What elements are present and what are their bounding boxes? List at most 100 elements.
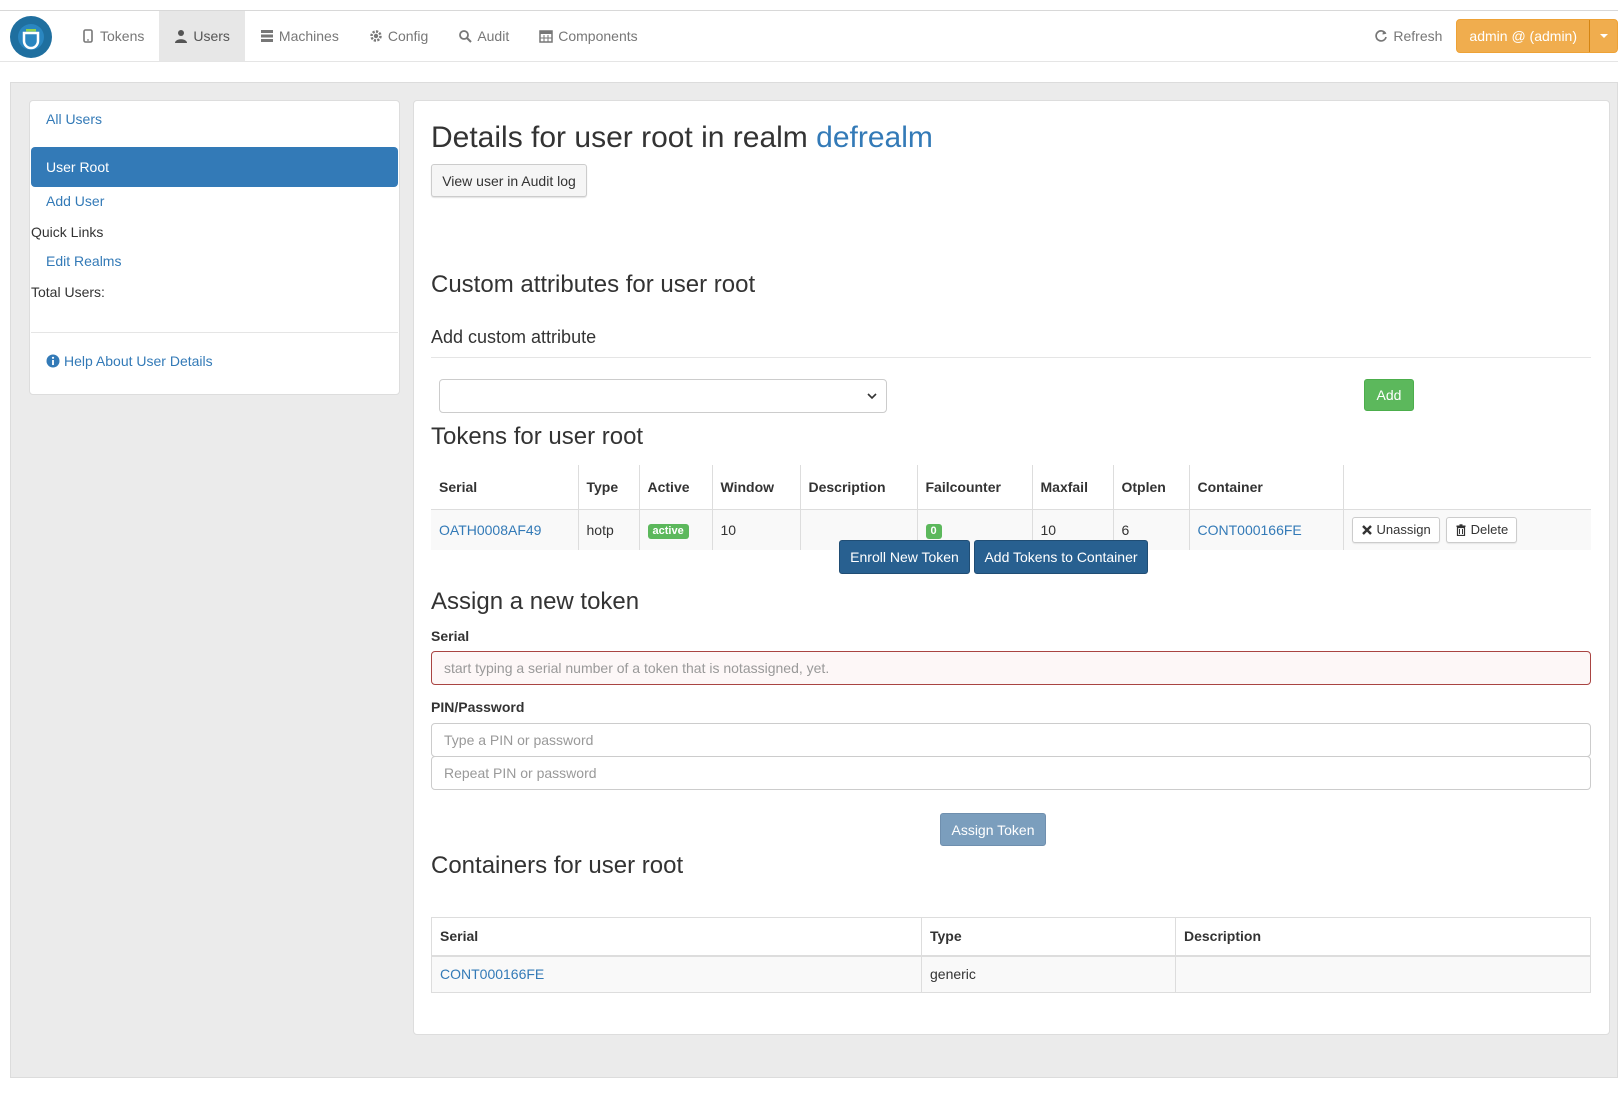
tokens-table: Serial Type Active Window Description Fa… (431, 465, 1591, 550)
custom-attributes-heading: Custom attributes for user root (431, 271, 756, 298)
col-type[interactable]: Type (578, 465, 640, 510)
refresh-icon (1375, 30, 1388, 42)
info-icon (46, 354, 60, 368)
custom-attribute-select[interactable] (439, 379, 887, 413)
logo-icon (18, 24, 44, 50)
col-window[interactable]: Window (712, 465, 801, 510)
col-failcounter[interactable]: Failcounter (917, 465, 1033, 510)
server-icon (260, 30, 273, 42)
tokens-heading: Tokens for user root (431, 423, 644, 450)
search-icon (459, 30, 473, 43)
admin-label[interactable]: admin @ (admin) (1457, 20, 1589, 52)
container-description (1175, 955, 1591, 993)
containers-heading: Containers for user root (431, 852, 684, 879)
col-otplen[interactable]: Otplen (1113, 465, 1190, 510)
unassign-label: Unassign (1376, 522, 1431, 538)
close-icon (1361, 524, 1372, 535)
admin-dropdown[interactable]: admin @ (admin) (1456, 19, 1618, 53)
token-container-link[interactable]: CONT000166FE (1198, 522, 1302, 538)
nav-config-label: Config (387, 28, 429, 44)
nav-components-label: Components (558, 28, 638, 44)
enroll-new-token-label: Enroll New Token (850, 549, 959, 565)
container-col-serial[interactable]: Serial (431, 917, 922, 957)
nav-tokens-label: Tokens (100, 28, 145, 44)
help-user-details-label: Help About User Details (64, 353, 213, 369)
enroll-new-token-button[interactable]: Enroll New Token (839, 540, 970, 574)
nav-machines-label: Machines (278, 28, 339, 44)
nav-audit[interactable]: Audit (443, 11, 524, 61)
add-attribute-button[interactable]: Add (1364, 379, 1414, 411)
assign-token-button[interactable]: Assign Token (940, 813, 1046, 846)
container-serial-link[interactable]: CONT000166FE (440, 966, 544, 982)
privacyidea-logo[interactable] (10, 16, 52, 58)
nav-right: Refresh admin @ (admin) (1374, 11, 1618, 61)
nav-config[interactable]: Config (354, 11, 443, 61)
col-active[interactable]: Active (639, 465, 713, 510)
sidebar-user-root[interactable]: User Root (31, 147, 398, 187)
nav-users-label: Users (193, 28, 230, 44)
sidebar-edit-realms[interactable]: Edit Realms (46, 253, 121, 269)
token-active-badge[interactable]: active (647, 523, 689, 539)
add-tokens-to-container-label: Add Tokens to Container (984, 549, 1138, 565)
help-user-details-link[interactable]: Help About User Details (46, 353, 213, 369)
trash-icon (1456, 524, 1466, 536)
view-audit-log-button[interactable]: View user in Audit log (431, 164, 587, 197)
delete-button[interactable]: Delete (1445, 516, 1518, 543)
col-serial[interactable]: Serial (431, 465, 579, 510)
sidebar-add-user[interactable]: Add User (46, 193, 104, 209)
token-window: 10 (712, 509, 801, 550)
unassign-button[interactable]: Unassign (1351, 516, 1440, 543)
nav-components[interactable]: Components (524, 11, 652, 61)
chevron-down-icon (867, 393, 877, 400)
add-attribute-label: Add (1376, 387, 1402, 403)
col-container[interactable]: Container (1189, 465, 1344, 510)
caret-down-icon (1599, 34, 1608, 38)
realm-link[interactable]: defrealm (816, 121, 933, 154)
custom-attribute-divider (431, 357, 1591, 358)
containers-table-header: Serial Type Description (431, 917, 1591, 957)
sidebar-all-users[interactable]: All Users (46, 111, 102, 127)
nav-machines[interactable]: Machines (245, 11, 354, 61)
token-failcounter-badge[interactable]: 0 (925, 523, 942, 539)
add-tokens-to-container-button[interactable]: Add Tokens to Container (974, 540, 1148, 574)
container-col-description[interactable]: Description (1175, 917, 1591, 957)
admin-caret-button[interactable] (1589, 20, 1617, 52)
add-custom-attribute-heading: Add custom attribute (431, 327, 597, 347)
refresh-button[interactable]: Refresh (1374, 28, 1442, 44)
main-panel: Details for user root in realm defrealm … (413, 100, 1610, 1035)
phone-icon (83, 29, 93, 43)
page-title: Details for user root in realm defrealm (431, 121, 933, 155)
refresh-label: Refresh (1393, 28, 1443, 44)
containers-table: Serial Type Description CONT000166FE gen… (431, 917, 1591, 993)
view-audit-log-label: View user in Audit log (442, 172, 576, 189)
pin-label: PIN/Password (431, 699, 525, 715)
sidebar: All Users User Root Add User Quick Links… (29, 100, 400, 395)
gear-icon (370, 30, 382, 42)
calendar-icon (539, 30, 553, 43)
main-nav: Tokens Users Machines Config Audit Compo… (66, 11, 653, 61)
token-serial-link[interactable]: OATH0008AF49 (439, 522, 541, 538)
pin-placeholder: Type a PIN or password (444, 732, 594, 748)
page-title-text: Details for user root in realm (431, 121, 808, 154)
sidebar-user-root-label: User Root (46, 159, 110, 175)
pin-repeat-input[interactable]: Repeat PIN or password (431, 756, 1591, 790)
nav-tokens[interactable]: Tokens (66, 11, 159, 61)
token-type: hotp (578, 509, 640, 550)
sidebar-divider (31, 332, 398, 333)
table-row: CONT000166FE generic (431, 955, 1591, 993)
col-actions (1343, 465, 1591, 510)
nav-users[interactable]: Users (159, 11, 245, 61)
col-maxfail[interactable]: Maxfail (1032, 465, 1114, 510)
tokens-table-header: Serial Type Active Window Description Fa… (431, 465, 1591, 510)
serial-input[interactable]: start typing a serial number of a token … (431, 651, 1591, 685)
container-col-type[interactable]: Type (921, 917, 1176, 957)
serial-placeholder: start typing a serial number of a token … (444, 660, 830, 676)
col-description[interactable]: Description (800, 465, 918, 510)
assign-token-heading: Assign a new token (431, 588, 640, 615)
assign-token-label: Assign Token (951, 821, 1035, 838)
pin-input[interactable]: Type a PIN or password (431, 723, 1591, 757)
user-icon (175, 30, 188, 43)
top-navbar: Tokens Users Machines Config Audit Compo… (0, 10, 1618, 62)
sidebar-total-users: Total Users: (31, 284, 105, 300)
container-type: generic (921, 955, 1176, 993)
